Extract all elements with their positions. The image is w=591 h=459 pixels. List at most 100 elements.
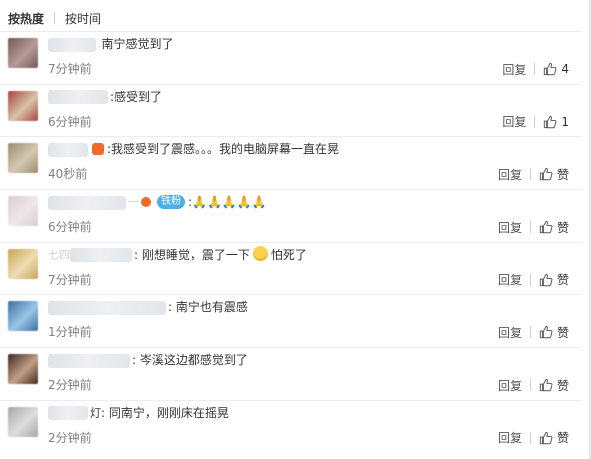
action-divider [529, 326, 531, 339]
like-count[interactable]: 4 [561, 62, 569, 76]
colon: : [132, 353, 140, 368]
comment-content-line: : 岑溪这边都感觉到了 [48, 351, 581, 369]
thumbs-up-icon[interactable] [543, 115, 557, 129]
comment-text: 同南宁，刚刚床在摇晃 [108, 405, 229, 420]
username-fragment: 一 [128, 195, 139, 209]
comment-item: : 岑溪这边都感觉到了 2分钟前 回复 赞 [0, 347, 581, 400]
avatar[interactable] [8, 301, 38, 332]
colon: : [101, 405, 109, 420]
comment-item: :感受到了 6分钟前 回复 1 [0, 83, 581, 137]
thumbs-up-icon[interactable] [539, 167, 553, 181]
username-fragment: 七四 [48, 248, 70, 262]
comment-actions: 回复 1 [502, 113, 569, 131]
blurred-username[interactable] [70, 248, 132, 263]
colon: : [168, 300, 176, 315]
sort-divider [54, 12, 56, 24]
comment-list: .南宁感觉到了 7分钟前 回复 4 :感受到了 6分钟前 回复 1:我感受到了… [0, 31, 581, 453]
comment-text: 刚想睡觉，震了一下 [141, 247, 250, 262]
comment-time: 7分钟前 [48, 62, 92, 76]
comment-text: 南宁也有震感 [175, 300, 248, 315]
worried-face-emoji-icon [252, 245, 268, 261]
comment-actions: 回复 赞 [498, 323, 569, 341]
blurred-username[interactable] [48, 90, 108, 105]
comment-actions: 回复 赞 [498, 165, 569, 183]
like-button[interactable]: 赞 [557, 271, 569, 288]
comment-time: 2分钟前 [48, 430, 92, 445]
comment-time: 1分钟前 [48, 325, 92, 340]
comment-item: 七四: 刚想睡觉，震了一下 怕死了 7分钟前 回复 赞 [0, 241, 581, 295]
like-button[interactable]: 赞 [557, 377, 569, 394]
like-button[interactable]: 赞 [557, 324, 569, 341]
blurred-username[interactable] [48, 406, 88, 421]
comment-text: 我感受到了震感。。。我的电脑屏幕一直在晃 [111, 142, 340, 157]
avatar[interactable] [8, 38, 38, 68]
sort-bar: 按热度 按时间 [8, 8, 101, 28]
blurred-username[interactable] [48, 142, 88, 157]
blurred-username[interactable] [48, 353, 130, 368]
sort-by-time-tab[interactable]: 按时间 [65, 10, 101, 27]
comment-text: 感受到了 [114, 89, 163, 104]
reply-button[interactable]: 回复 [498, 219, 522, 236]
comment-actions: 回复 赞 [498, 271, 569, 289]
thumbs-up-icon[interactable] [543, 62, 557, 76]
reply-button[interactable]: 回复 [502, 61, 526, 78]
reply-button[interactable]: 回复 [498, 324, 522, 341]
comment-time: 40秒前 [48, 167, 88, 182]
action-divider [529, 379, 531, 392]
comment-panel: 按热度 按时间 .南宁感觉到了 7分钟前 回复 4 :感受到了 6分钟前 回复 … [0, 0, 591, 459]
colon: : [134, 247, 142, 262]
reply-button[interactable]: 回复 [498, 377, 522, 394]
fire-badge-icon [141, 196, 151, 207]
comment-text: 岑溪这边都感觉到了 [139, 353, 248, 368]
comment-content-line: 灯: 同南宁，刚刚床在摇晃 [48, 404, 581, 422]
reply-button[interactable]: 回复 [502, 113, 526, 130]
action-divider [534, 115, 536, 128]
comment-content-line: : 南宁也有震感 [48, 298, 581, 316]
reply-button[interactable]: 回复 [498, 429, 522, 446]
like-count[interactable]: 1 [561, 115, 569, 129]
thumbs-up-icon[interactable] [539, 220, 553, 234]
action-divider [529, 221, 531, 234]
sort-by-hot-tab[interactable]: 按热度 [8, 10, 44, 27]
like-button[interactable]: 赞 [557, 166, 569, 183]
comment-item: : 南宁也有震感 1分钟前 回复 赞 [0, 294, 581, 347]
like-button[interactable]: 赞 [557, 429, 569, 446]
comment-time: 2分钟前 [48, 378, 92, 393]
action-divider [529, 168, 531, 181]
thumbs-up-icon[interactable] [539, 378, 553, 392]
comment-item: 灯: 同南宁，刚刚床在摇晃 2分钟前 回复 赞 [0, 399, 581, 453]
comment-content-line: :感受到了 [48, 88, 581, 106]
comment-actions: 回复 赞 [498, 376, 569, 394]
avatar[interactable] [8, 196, 38, 227]
avatar[interactable] [8, 90, 38, 121]
username-fragment: 灯 [90, 406, 101, 420]
thumbs-up-icon[interactable] [539, 273, 553, 287]
fan-badge[interactable]: 铁粉 [157, 194, 185, 209]
fire-badge-icon [92, 142, 104, 155]
avatar[interactable] [8, 143, 38, 174]
action-divider [534, 63, 536, 75]
thumbs-up-icon[interactable] [539, 431, 553, 445]
comment-item: :我感受到了震感。。。我的电脑屏幕一直在晃 40秒前 回复 赞 [0, 136, 581, 189]
comment-item: .南宁感觉到了 7分钟前 回复 4 [0, 31, 581, 84]
reply-button[interactable]: 回复 [498, 271, 522, 288]
reply-button[interactable]: 回复 [498, 166, 522, 183]
avatar[interactable] [8, 248, 38, 279]
comment-actions: 回复 赞 [498, 429, 569, 447]
blurred-username[interactable] [48, 195, 126, 210]
like-button[interactable]: 赞 [557, 219, 569, 236]
blurred-username[interactable] [48, 300, 166, 315]
comment-content-line: :我感受到了震感。。。我的电脑屏幕一直在晃 [48, 140, 581, 158]
avatar[interactable] [8, 354, 38, 385]
action-divider [529, 431, 531, 444]
avatar[interactable] [8, 406, 38, 437]
comment-actions: 回复 4 [502, 60, 569, 78]
comment-time: 7分钟前 [48, 272, 92, 287]
comment-time: 6分钟前 [48, 220, 92, 235]
blurred-username[interactable] [48, 37, 96, 52]
comment-text: 南宁感觉到了 [101, 37, 174, 51]
comment-actions: 回复 赞 [498, 218, 569, 236]
comment-content-line: .南宁感觉到了 [48, 35, 581, 53]
comment-item: 一铁粉:🙏🙏🙏🙏🙏 6分钟前 回复 赞 [0, 189, 581, 242]
thumbs-up-icon[interactable] [539, 325, 553, 339]
